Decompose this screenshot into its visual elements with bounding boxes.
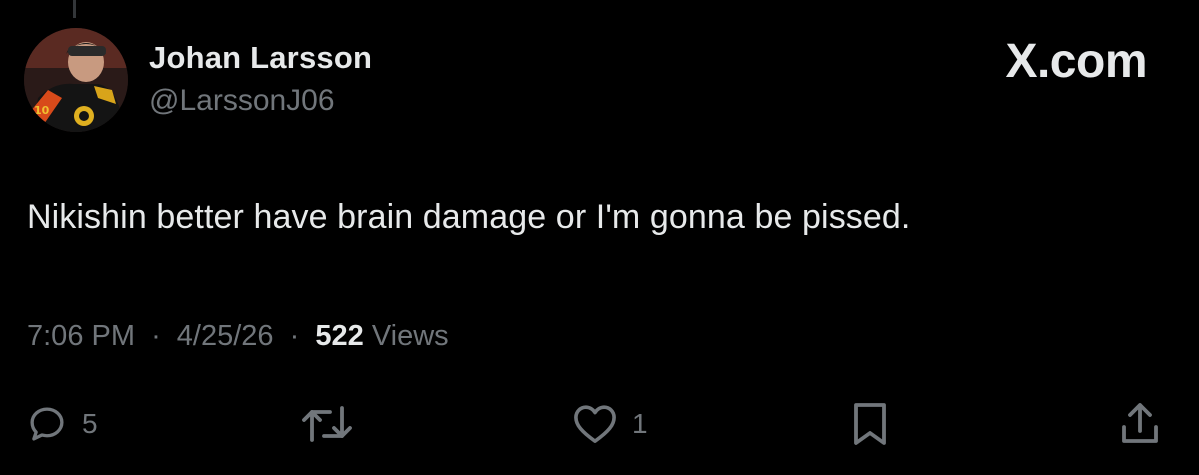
tweet-date[interactable]: 4/25/26 (177, 320, 274, 352)
reply-count: 5 (82, 408, 98, 439)
share-icon (1122, 403, 1158, 443)
like-button[interactable]: 1 (572, 402, 648, 446)
like-icon (574, 405, 616, 443)
tweet-meta: 7:06 PM · 4/25/26 · 522 Views (27, 320, 449, 353)
retweet-icon (302, 406, 352, 442)
share-button[interactable] (1118, 402, 1162, 446)
bookmark-button[interactable] (848, 402, 892, 446)
author-display-name[interactable]: Johan Larsson (149, 40, 372, 76)
meta-separator: · (289, 320, 300, 352)
retweet-button[interactable] (300, 402, 354, 446)
tweet-time[interactable]: 7:06 PM (27, 320, 135, 352)
like-count: 1 (632, 408, 648, 439)
meta-separator: · (151, 320, 161, 352)
views-count: 522 (315, 320, 364, 352)
svg-text:10: 10 (34, 104, 50, 117)
reply-button[interactable]: 5 (26, 402, 98, 446)
avatar-image: 10 (24, 28, 128, 132)
bookmark-icon (854, 403, 886, 445)
brand-logo: X.com (1005, 35, 1147, 88)
reply-icon (30, 407, 64, 441)
author-handle[interactable]: @LarssonJ06 (149, 84, 335, 118)
avatar[interactable]: 10 (24, 28, 128, 132)
views-label: Views (371, 320, 449, 352)
thread-connector-line (73, 0, 76, 18)
tweet-text: Nikishin better have brain damage or I'm… (27, 198, 911, 236)
